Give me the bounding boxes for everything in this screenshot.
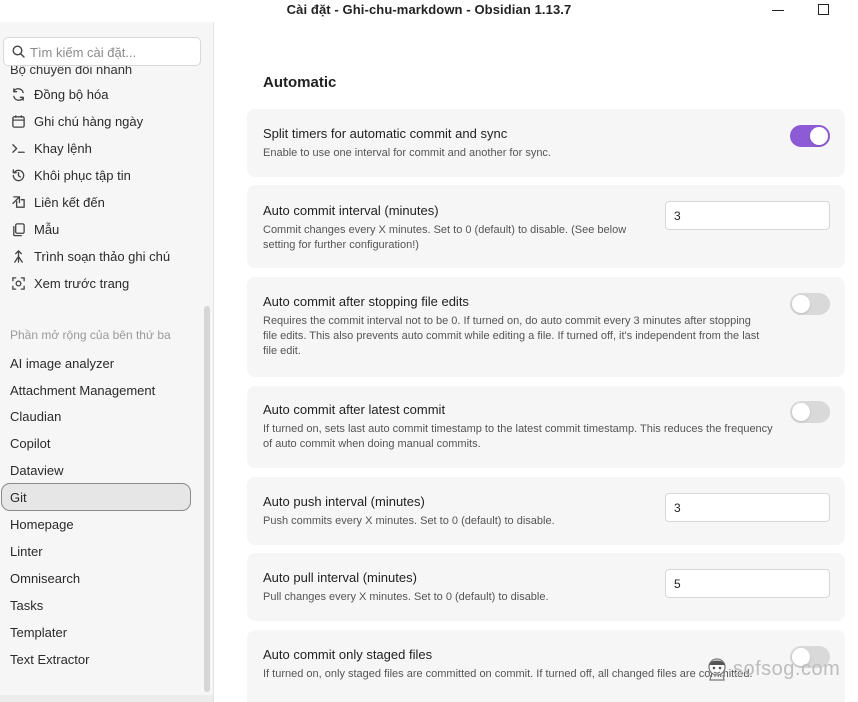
link-icon bbox=[10, 194, 26, 210]
auto-commit-after-stopping-edits-toggle[interactable] bbox=[790, 293, 830, 315]
sidebar-item-ai-image-analyzer[interactable]: AI image analyzer bbox=[10, 352, 114, 374]
setting-auto-commit-after-latest-commit: Auto commit after latest commit If turne… bbox=[247, 386, 845, 468]
watermark: sofsog.com bbox=[705, 656, 840, 682]
sync-icon bbox=[10, 86, 26, 102]
setting-auto-push-interval: Auto push interval (minutes) Push commit… bbox=[247, 477, 845, 545]
sidebar-item-daily-notes[interactable]: Ghi chú hàng ngày bbox=[10, 110, 143, 132]
sidebar-item-label: Ghi chú hàng ngày bbox=[34, 113, 144, 129]
sidebar-item-templater[interactable]: Templater bbox=[10, 621, 67, 643]
setting-auto-commit-after-stopping-edits: Auto commit after stopping file edits Re… bbox=[247, 277, 845, 377]
sidebar-item-linter[interactable]: Linter bbox=[10, 540, 43, 562]
toggle-knob bbox=[810, 127, 828, 145]
setting-auto-commit-interval: Auto commit interval (minutes) Commit ch… bbox=[247, 185, 845, 268]
setting-description: Enable to use one interval for commit an… bbox=[263, 147, 551, 159]
sidebar-item-claudian[interactable]: Claudian bbox=[10, 405, 61, 427]
setting-description: If turned on, only staged files are comm… bbox=[263, 668, 753, 680]
sidebar-item-page-preview[interactable]: Xem trước trang bbox=[10, 272, 129, 294]
sidebar-item-label: Mẫu bbox=[34, 221, 60, 237]
toggle-knob bbox=[792, 403, 810, 421]
search-icon bbox=[12, 45, 25, 58]
split-timers-toggle[interactable] bbox=[790, 125, 830, 147]
calendar-icon bbox=[10, 113, 26, 129]
setting-name: Auto push interval (minutes) bbox=[263, 494, 425, 509]
sidebar-item-file-recovery[interactable]: Khôi phục tập tin bbox=[10, 164, 131, 186]
setting-name: Auto commit after stopping file edits bbox=[263, 294, 469, 309]
sidebar-item-homepage[interactable]: Homepage bbox=[10, 513, 74, 535]
sidebar-item-attachment-management[interactable]: Attachment Management bbox=[10, 379, 155, 401]
terminal-icon bbox=[10, 140, 26, 156]
editor-icon bbox=[10, 248, 26, 264]
auto-push-interval-input[interactable] bbox=[665, 493, 830, 522]
preview-icon bbox=[10, 275, 26, 291]
sidebar-item-label: Khôi phục tập tin bbox=[34, 167, 131, 183]
sidebar-bottom-edge bbox=[0, 695, 213, 702]
setting-auto-pull-interval: Auto pull interval (minutes) Pull change… bbox=[247, 553, 845, 621]
third-party-plugins-heading: Phần mở rộng của bên thứ ba bbox=[10, 328, 171, 342]
settings-sidebar: Bộ chuyển đổi nhanh Đồng bộ hóa Ghi chú … bbox=[0, 22, 214, 702]
sidebar-item-editor[interactable]: Trình soạn thảo ghi chú bbox=[10, 245, 170, 267]
maximize-button[interactable] bbox=[818, 4, 829, 15]
setting-description: Pull changes every X minutes. Set to 0 (… bbox=[263, 591, 549, 603]
sidebar-item-label: Trình soạn thảo ghi chú bbox=[34, 248, 171, 264]
setting-description: Commit changes every X minutes. Set to 0… bbox=[263, 224, 627, 251]
title-bar: Cài đặt - Ghi-chu-markdown - Obsidian 1.… bbox=[0, 0, 858, 22]
watermark-text: sofsog.com bbox=[733, 657, 841, 680]
sidebar-item-omnisearch[interactable]: Omnisearch bbox=[10, 567, 80, 589]
sidebar-item-copilot[interactable]: Copilot bbox=[10, 432, 50, 454]
sidebar-item-command-palette[interactable]: Khay lệnh bbox=[10, 137, 92, 159]
sidebar-scrollbar[interactable] bbox=[204, 306, 210, 692]
setting-name: Auto commit interval (minutes) bbox=[263, 203, 439, 218]
setting-description: Push commits every X minutes. Set to 0 (… bbox=[263, 515, 555, 527]
sidebar-item-label: Đồng bộ hóa bbox=[34, 86, 109, 102]
auto-pull-interval-input[interactable] bbox=[665, 569, 830, 598]
setting-description: Requires the commit interval not to be 0… bbox=[263, 315, 760, 357]
window-title: Cài đặt - Ghi-chu-markdown - Obsidian 1.… bbox=[286, 2, 572, 17]
auto-commit-after-latest-commit-toggle[interactable] bbox=[790, 401, 830, 423]
section-heading: Automatic bbox=[263, 74, 337, 91]
sidebar-item-text-extractor[interactable]: Text Extractor bbox=[10, 648, 89, 670]
sidebar-item-tasks[interactable]: Tasks bbox=[10, 594, 43, 616]
setting-name: Auto commit after latest commit bbox=[263, 402, 446, 417]
sidebar-item-backlinks[interactable]: Liên kết đến bbox=[10, 191, 105, 213]
active-item-highlight bbox=[1, 483, 191, 511]
minimize-button[interactable] bbox=[772, 10, 784, 11]
setting-split-timers: Split timers for automatic commit and sy… bbox=[247, 109, 845, 177]
sidebar-item-label: Xem trước trang bbox=[34, 275, 130, 291]
sidebar-item-templates[interactable]: Mẫu bbox=[10, 218, 59, 240]
mascot-logo-icon bbox=[708, 658, 726, 681]
setting-name: Auto commit only staged files bbox=[263, 647, 433, 662]
sidebar-item-dataview[interactable]: Dataview bbox=[10, 459, 63, 481]
setting-name: Auto pull interval (minutes) bbox=[263, 570, 417, 585]
setting-name: Split timers for automatic commit and sy… bbox=[263, 126, 508, 141]
auto-commit-interval-input[interactable] bbox=[665, 201, 830, 230]
search-input[interactable] bbox=[30, 43, 195, 61]
toggle-knob bbox=[792, 295, 810, 313]
sidebar-item-git[interactable]: Git bbox=[10, 486, 27, 508]
settings-content: Automatic Split timers for automatic com… bbox=[215, 22, 858, 702]
setting-description: If turned on, sets last auto commit time… bbox=[263, 423, 773, 450]
history-icon bbox=[10, 167, 26, 183]
sidebar-item-label: Khay lệnh bbox=[34, 140, 92, 156]
sidebar-item-label: Liên kết đến bbox=[34, 194, 105, 210]
template-icon bbox=[10, 221, 26, 237]
settings-search[interactable] bbox=[3, 37, 201, 66]
sidebar-item-sync[interactable]: Đồng bộ hóa bbox=[10, 83, 108, 105]
